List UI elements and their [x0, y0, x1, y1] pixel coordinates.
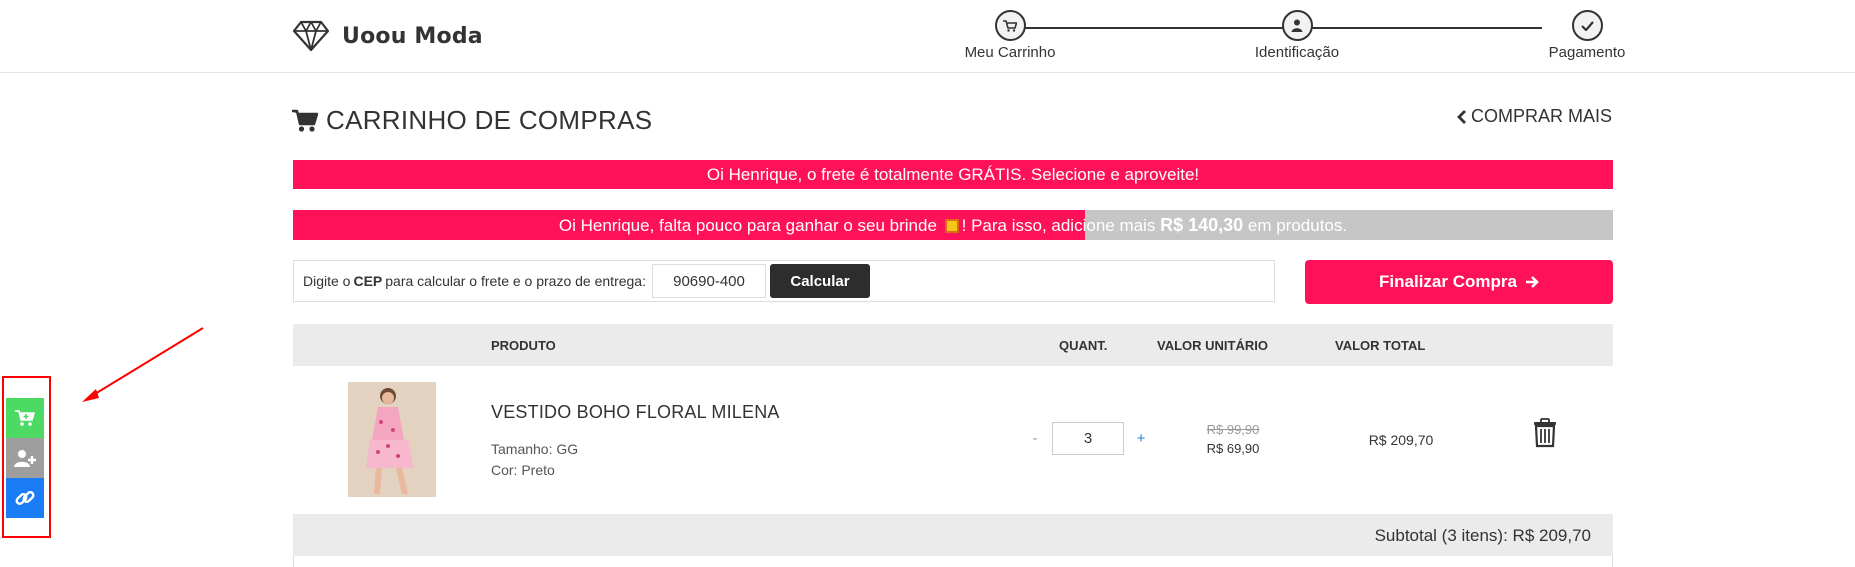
- logo[interactable]: Uoou Moda: [292, 20, 483, 52]
- chevron-left-icon: [1457, 109, 1466, 124]
- cart-table-header: PRODUTO QUANT. VALOR UNITÁRIO VALOR TOTA…: [293, 324, 1613, 366]
- step-identification[interactable]: Identificação: [1227, 10, 1367, 61]
- diamond-icon: [292, 20, 330, 52]
- cep-label-post: para calcular o frete e o prazo de entre…: [385, 273, 646, 289]
- gift-text-2: ! Para isso, adicione mais: [961, 216, 1156, 235]
- table-row: VESTIDO BOHO FLORAL MILENA Tamanho: GG C…: [293, 366, 1613, 514]
- link-icon[interactable]: [6, 478, 44, 518]
- free-shipping-banner: Oi Henrique, o frete é totalmente GRÁTIS…: [293, 160, 1613, 189]
- buy-more-link[interactable]: COMPRAR MAIS: [1457, 106, 1612, 127]
- trash-icon[interactable]: [1533, 418, 1557, 453]
- quantity-stepper: - +: [1028, 422, 1148, 455]
- checkout-steps: Meu Carrinho Identificação Pagamento: [960, 10, 1625, 65]
- page-title-text: CARRINHO DE COMPRAS: [326, 105, 653, 135]
- table-footer-edge: [293, 556, 1613, 567]
- gift-icon: [944, 219, 959, 233]
- calculate-button[interactable]: Calcular: [769, 264, 870, 298]
- product-details: Tamanho: GG Cor: Preto: [491, 439, 578, 481]
- annotation-arrow: [82, 327, 204, 402]
- check-icon: [1571, 10, 1603, 41]
- step-label: Identificação: [1254, 44, 1340, 61]
- cep-input[interactable]: [651, 264, 766, 298]
- product-size: Tamanho: GG: [491, 441, 579, 457]
- header: Uoou Moda Meu Carrinho Identificação Pag…: [0, 0, 1855, 73]
- finalize-label: Finalizar Compra: [1379, 272, 1517, 291]
- user-icon: [1281, 10, 1313, 41]
- cart-icon: [994, 10, 1026, 41]
- finalize-purchase-button[interactable]: Finalizar Compra: [1305, 260, 1613, 304]
- page-title: CARRINHO DE COMPRAS: [292, 105, 652, 136]
- product-image[interactable]: [348, 382, 436, 497]
- gift-progress-text: Oi Henrique, falta pouco para ganhar o s…: [293, 210, 1613, 240]
- current-price: R$ 69,90: [1206, 441, 1260, 456]
- buy-more-label: COMPRAR MAIS: [1471, 106, 1613, 126]
- step-label: Meu Carrinho: [964, 44, 1056, 61]
- brand-name: Uoou Moda: [342, 23, 483, 49]
- cep-label-bold: CEP: [353, 273, 383, 289]
- header-total-price: VALOR TOTAL: [1335, 338, 1426, 353]
- unit-price: R$ 99,90 R$ 69,90: [1183, 422, 1283, 456]
- shipping-calculator: Digite o CEP para calcular o frete e o p…: [293, 260, 1275, 302]
- side-tools-highlight: [2, 376, 51, 538]
- gift-text-1: Oi Henrique, falta pouco para ganhar o s…: [558, 216, 937, 235]
- cart-icon: [292, 109, 318, 132]
- cep-label-pre: Digite o: [303, 273, 351, 289]
- step-cart[interactable]: Meu Carrinho: [940, 10, 1080, 61]
- gift-progress-banner: Oi Henrique, falta pouco para ganhar o s…: [293, 210, 1613, 240]
- add-user-icon[interactable]: [6, 438, 44, 478]
- subtotal-text: Subtotal (3 itens): R$ 209,70: [1374, 526, 1591, 545]
- quantity-input[interactable]: [1052, 422, 1124, 455]
- subtotal-bar: Subtotal (3 itens): R$ 209,70: [293, 514, 1613, 556]
- cart-add-icon[interactable]: [6, 398, 44, 438]
- old-price: R$ 99,90: [1206, 422, 1260, 437]
- step-payment[interactable]: Pagamento: [1517, 10, 1657, 61]
- step-label: Pagamento: [1548, 44, 1626, 61]
- gift-text-3: em produtos.: [1247, 216, 1348, 235]
- decrease-quantity-button[interactable]: -: [1028, 430, 1042, 447]
- arrow-right-icon: [1525, 276, 1539, 288]
- product-name[interactable]: VESTIDO BOHO FLORAL MILENA: [491, 402, 780, 423]
- header-product: PRODUTO: [491, 338, 556, 353]
- header-quantity: QUANT.: [1059, 338, 1108, 353]
- product-color: Cor: Preto: [491, 462, 555, 478]
- gift-amount: R$ 140,30: [1160, 215, 1244, 235]
- header-unit-price: VALOR UNITÁRIO: [1157, 338, 1268, 353]
- increase-quantity-button[interactable]: +: [1134, 430, 1148, 447]
- item-total: R$ 209,70: [1368, 432, 1434, 448]
